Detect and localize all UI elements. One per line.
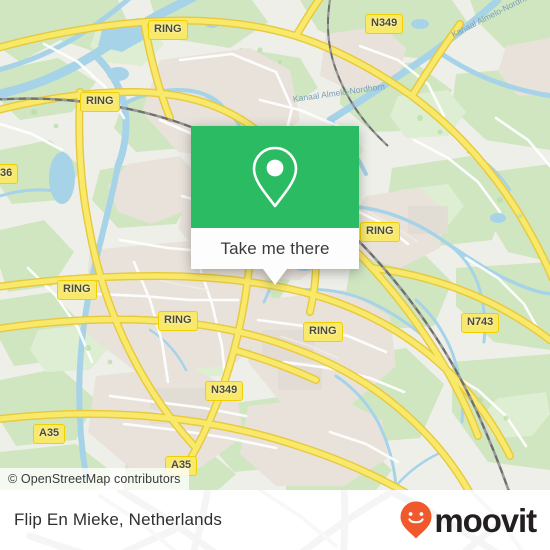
map-attribution[interactable]: © OpenStreetMap contributors [0, 468, 189, 490]
road-shield: RING [57, 280, 97, 300]
road-shield: RING [80, 92, 120, 112]
moovit-smiley-pin-icon [400, 501, 432, 539]
road-shield: N349 [365, 14, 404, 34]
road-shield: N743 [461, 313, 500, 333]
callout-pointer [263, 269, 287, 285]
map-viewport[interactable]: RING N349 RING 36 RING RING RING RING N743 N349 A3… [0, 0, 550, 490]
road-shield: RING [158, 311, 198, 331]
road-shield: 36 [0, 164, 19, 184]
location-callout-card[interactable]: Take me there [191, 126, 359, 285]
page-title: Flip En Mieke, Netherlands [14, 510, 222, 529]
moovit-logo[interactable]: moovit [399, 500, 537, 540]
road-shield: RING [360, 222, 400, 242]
moovit-wordmark: moovit [434, 501, 537, 539]
road-shield: RING [303, 322, 343, 342]
road-shield: A35 [33, 424, 66, 444]
callout-icon-panel [191, 126, 359, 228]
attribution-text: © OpenStreetMap contributors [8, 472, 181, 486]
map-pin-icon [252, 146, 298, 208]
footer-bar: Flip En Mieke, Netherlands moovit [0, 490, 550, 550]
road-shield: N349 [205, 381, 244, 401]
road-shield: RING [148, 20, 188, 40]
take-me-there-button[interactable]: Take me there [191, 228, 359, 285]
take-me-there-label: Take me there [220, 238, 330, 258]
